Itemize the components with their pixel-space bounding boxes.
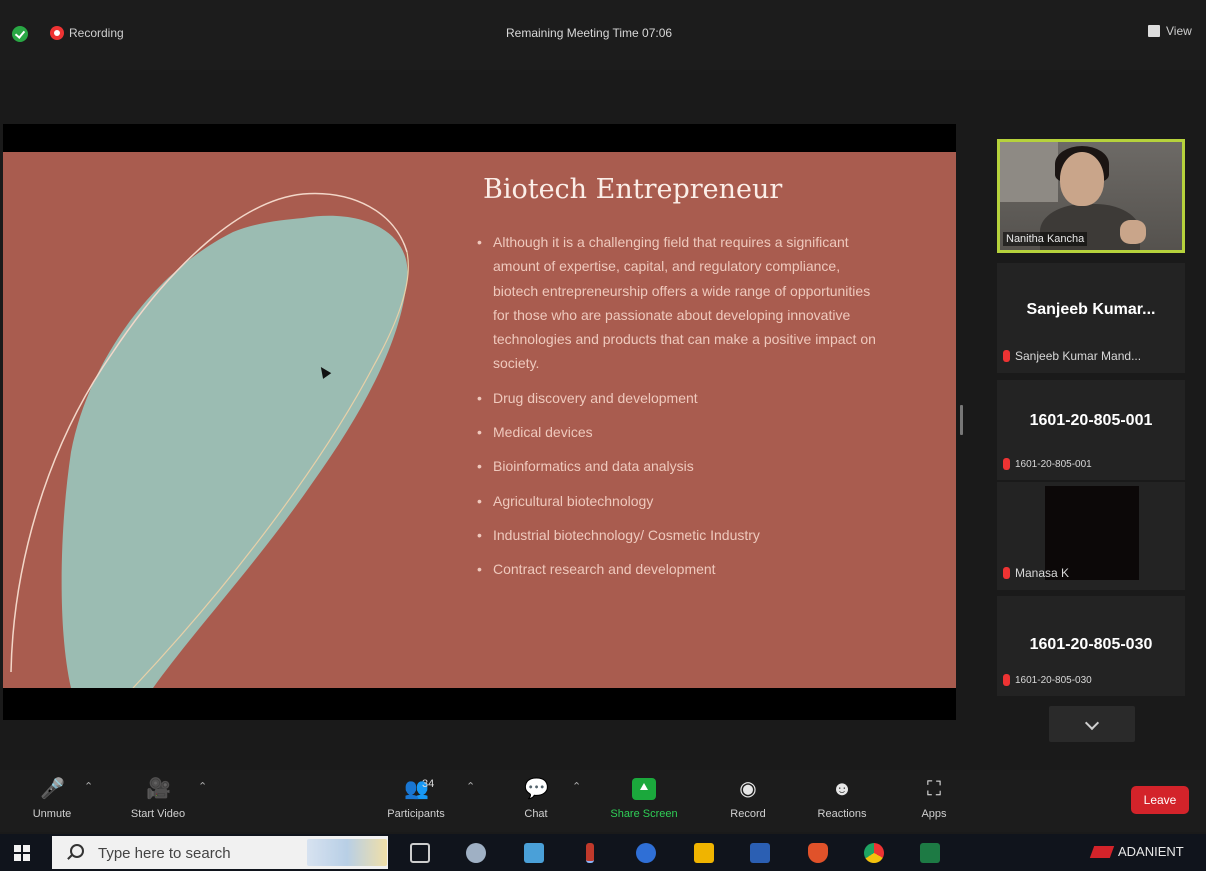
unmute-button[interactable]: 🎤 Unmute <box>12 778 92 820</box>
apps-icon: ⛶ <box>927 778 941 800</box>
unmute-label: Unmute <box>32 808 72 820</box>
active-speaker-tile[interactable]: Nanitha Kancha <box>997 139 1185 253</box>
zoom-app-icon[interactable] <box>636 843 656 863</box>
leave-button[interactable]: Leave <box>1131 786 1189 814</box>
participants-button[interactable]: 👥 34 Participants <box>376 778 456 820</box>
view-button[interactable]: View <box>1148 24 1192 38</box>
stock-ticker-label: ADANIENT <box>1118 844 1184 859</box>
participant-tile[interactable]: Manasa K <box>997 482 1185 590</box>
participant-tile[interactable]: 1601-20-805-030 1601-20-805-030 <box>997 596 1185 696</box>
participant-name-row: 1601-20-805-030 <box>1003 674 1092 686</box>
slide-bullet-list: Although it is a challenging field that … <box>473 230 883 582</box>
slide-bullet: Medical devices <box>473 420 883 445</box>
stock-ticker-icon <box>1089 845 1115 858</box>
participant-name-row: Manasa K <box>1003 566 1069 580</box>
meeting-top-bar: Recording Remaining Meeting Time 07:06 V… <box>0 0 1206 70</box>
security-shield-icon[interactable] <box>12 26 28 42</box>
slide-title: Biotech Entrepreneur <box>483 174 783 205</box>
participants-label: Participants <box>387 808 445 820</box>
muted-mic-icon <box>1003 567 1010 579</box>
apps-label: Apps <box>921 808 947 820</box>
slide-blob-shape <box>61 215 408 688</box>
start-video-button[interactable]: 🎥 Start Video <box>118 778 198 820</box>
windows-taskbar: Type here to search ADANIENT <box>0 834 1206 871</box>
chat-options-caret-icon[interactable]: ⌃ <box>572 780 581 793</box>
start-video-label: Start Video <box>130 808 186 820</box>
taskbar-search-box[interactable]: Type here to search <box>52 836 388 869</box>
participant-display-name: Sanjeeb Kumar... <box>1026 301 1156 318</box>
view-label: View <box>1166 24 1192 38</box>
slide-decoration <box>10 192 409 688</box>
windows-start-icon[interactable] <box>14 845 30 861</box>
share-screen-button[interactable]: Share Screen <box>604 778 684 820</box>
task-view-icon[interactable] <box>410 843 430 863</box>
brave-browser-icon[interactable] <box>808 843 828 863</box>
search-highlight-image <box>307 839 387 866</box>
muted-mic-icon <box>1003 674 1010 686</box>
slide-bullet: Contract research and development <box>473 557 883 582</box>
meeting-toolbar: 🎤 Unmute ⌃ 🎥 Start Video ⌃ 👥 34 Particip… <box>0 770 1206 832</box>
reactions-label: Reactions <box>817 808 867 820</box>
chrome-browser-icon[interactable] <box>864 843 884 863</box>
participant-name: 1601-20-805-001 <box>1015 458 1092 470</box>
slide-bullet: Drug discovery and development <box>473 386 883 411</box>
presentation-slide: Biotech Entrepreneur Although it is a ch… <box>3 152 956 688</box>
participant-name-row: 1601-20-805-001 <box>1003 458 1092 470</box>
video-options-caret-icon[interactable]: ⌃ <box>198 780 207 793</box>
search-placeholder: Type here to search <box>98 845 231 862</box>
audio-options-caret-icon[interactable]: ⌃ <box>84 780 93 793</box>
participants-count: 34 <box>422 778 435 790</box>
participant-name-row: Sanjeeb Kumar Mand... <box>1003 349 1141 363</box>
participant-name: Nanitha Kancha <box>1003 232 1088 246</box>
slide-bullet: Industrial biotechnology/ Cosmetic Indus… <box>473 523 883 548</box>
file-explorer-icon[interactable] <box>694 843 714 863</box>
participant-name: Sanjeeb Kumar Mand... <box>1015 349 1142 363</box>
record-label: Record <box>730 808 766 820</box>
reactions-button[interactable]: ☻ Reactions <box>802 778 882 820</box>
recording-icon <box>50 26 64 40</box>
participant-tile[interactable]: 1601-20-805-001 1601-20-805-001 <box>997 380 1185 480</box>
view-grid-icon <box>1148 25 1160 37</box>
muted-mic-icon <box>1003 350 1010 362</box>
chat-label: Chat <box>524 808 548 820</box>
recording-label: Recording <box>69 26 124 40</box>
muted-mic-icon: 🎤 <box>40 778 65 800</box>
share-screen-label: Share Screen <box>610 808 678 820</box>
share-screen-icon <box>632 778 656 800</box>
chat-button[interactable]: 💬 Chat <box>496 778 576 820</box>
slide-bullet: Agricultural biotechnology <box>473 489 883 514</box>
participants-options-caret-icon[interactable]: ⌃ <box>466 780 475 793</box>
slide-bullet: Although it is a challenging field that … <box>473 230 883 376</box>
search-icon <box>70 844 84 858</box>
participant-tile[interactable]: Sanjeeb Kumar... Sanjeeb Kumar Mand... <box>997 263 1185 373</box>
word-app-icon[interactable] <box>750 843 770 863</box>
app-icon[interactable] <box>586 843 594 863</box>
reactions-smiley-icon: ☻ <box>831 778 853 800</box>
more-participants-chevron-down-icon[interactable] <box>1049 706 1135 742</box>
record-button[interactable]: ◉ Record <box>708 778 788 820</box>
panel-resize-handle[interactable] <box>960 405 963 435</box>
record-icon: ◉ <box>739 778 757 800</box>
app-icon[interactable] <box>524 843 544 863</box>
video-off-icon: 🎥 <box>146 778 171 800</box>
apps-button[interactable]: ⛶ Apps <box>894 778 974 820</box>
slide-bullet: Bioinformatics and data analysis <box>473 454 883 479</box>
muted-mic-icon <box>1003 458 1010 470</box>
participant-display-name: 1601-20-805-030 <box>1029 636 1153 653</box>
participant-name: Manasa K <box>1015 566 1070 580</box>
chat-bubble-icon: 💬 <box>524 778 549 800</box>
excel-app-icon[interactable] <box>920 843 940 863</box>
remaining-meeting-time: Remaining Meeting Time 07:06 <box>506 26 673 40</box>
participant-display-name: 1601-20-805-001 <box>1029 412 1153 429</box>
system-tray[interactable]: ADANIENT <box>1089 844 1184 859</box>
participant-name: 1601-20-805-030 <box>1015 674 1092 686</box>
app-icon[interactable] <box>466 843 486 863</box>
